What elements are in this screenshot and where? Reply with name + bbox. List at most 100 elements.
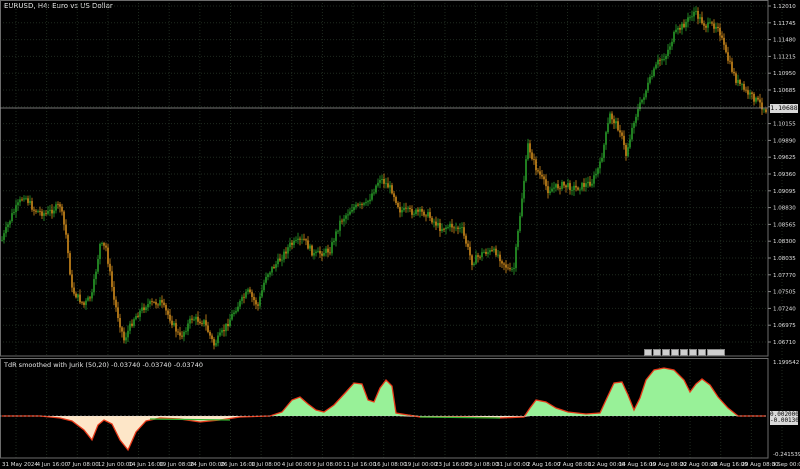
candle: [483, 249, 485, 254]
scale-button[interactable]: [653, 349, 661, 356]
candle: [519, 212, 521, 233]
chart-window[interactable]: EURUSD, H4: Euro vs US Dollar 1.12010 1.1…: [0, 0, 800, 469]
candle: [427, 209, 429, 218]
candle: [603, 142, 605, 162]
candle: [707, 17, 709, 33]
scale-button[interactable]: [707, 349, 725, 356]
candle: [345, 212, 347, 224]
candle: [533, 153, 535, 165]
price-axis-label: 1.10950: [773, 71, 796, 77]
candle: [133, 317, 135, 328]
candle: [391, 182, 393, 195]
candle: [11, 208, 13, 223]
candle: [195, 313, 197, 326]
candle: [665, 53, 667, 65]
candle: [631, 122, 633, 142]
candle: [183, 330, 185, 342]
candle: [465, 233, 467, 247]
candle: [491, 246, 493, 253]
candle: [105, 242, 107, 252]
candle: [285, 247, 287, 259]
price-axis-label: 1.09360: [773, 172, 796, 178]
candle: [99, 242, 101, 265]
candle: [109, 258, 111, 276]
candle: [539, 165, 541, 179]
candle: [551, 182, 553, 193]
candle: [601, 152, 603, 163]
candle: [527, 138, 529, 161]
candle: [139, 308, 141, 322]
candle: [323, 248, 325, 257]
candle: [179, 326, 181, 340]
candle: [363, 201, 365, 207]
scale-button[interactable]: [680, 349, 688, 356]
candle: [473, 261, 475, 267]
candle: [145, 305, 147, 313]
time-axis-label: 9 Jul 08:00: [312, 462, 342, 468]
candle: [267, 272, 269, 281]
candle: [585, 177, 587, 192]
candle: [501, 259, 503, 269]
candle: [725, 42, 727, 54]
candle: [173, 321, 175, 327]
candle: [93, 274, 95, 296]
candle: [671, 38, 673, 50]
candle: [41, 208, 43, 220]
candle: [415, 208, 417, 216]
time-axis-label: 1 Jul 08:00: [251, 462, 281, 468]
price-axis-label: 1.06710: [773, 340, 796, 346]
candle: [361, 202, 363, 210]
candle: [589, 176, 591, 188]
candle: [729, 55, 731, 65]
candle: [511, 266, 513, 272]
candle: [559, 186, 561, 195]
candle: [407, 205, 409, 213]
candle: [49, 204, 51, 217]
candle: [149, 299, 151, 308]
candle: [479, 255, 481, 260]
scale-button[interactable]: [671, 349, 679, 356]
candle: [555, 183, 557, 192]
candle: [375, 184, 377, 195]
scale-button[interactable]: [662, 349, 670, 356]
candle: [65, 219, 67, 239]
candle: [617, 117, 619, 132]
candle: [289, 237, 291, 252]
candle: [249, 286, 251, 294]
scale-button[interactable]: [698, 349, 706, 356]
candle: [635, 113, 637, 127]
candle: [355, 201, 357, 210]
candle: [633, 120, 635, 134]
candle: [127, 325, 129, 342]
candle: [625, 142, 627, 161]
candle: [261, 284, 263, 299]
candle: [191, 315, 193, 324]
candle: [487, 247, 489, 258]
candle: [649, 74, 651, 85]
candle: [753, 92, 755, 106]
candle: [667, 44, 669, 59]
price-axis-label: 1.09095: [773, 189, 796, 195]
candle: [351, 204, 353, 214]
candle: [389, 180, 391, 194]
chart-scale-buttons[interactable]: [644, 349, 725, 356]
candle: [507, 263, 509, 271]
candle: [481, 248, 483, 261]
candle: [269, 271, 271, 278]
candle: [347, 209, 349, 221]
scale-button[interactable]: [644, 349, 652, 356]
candle: [741, 82, 743, 90]
candle: [553, 181, 555, 193]
time-axis-label: 23 Jul 16:00: [435, 462, 468, 468]
price-axis-label: 1.07505: [773, 290, 796, 296]
scale-button[interactable]: [689, 349, 697, 356]
candle: [107, 243, 109, 267]
candle: [13, 208, 15, 216]
price-chart[interactable]: 1.12010 1.11745 1.11480 1.11215 1.10950 1.106…: [0, 0, 800, 469]
candle: [209, 330, 211, 339]
time-axis-label: 4 Jul 00:00: [282, 462, 312, 468]
candle: [211, 333, 213, 343]
candle: [155, 298, 157, 309]
candle: [227, 318, 229, 331]
candle: [43, 210, 45, 222]
